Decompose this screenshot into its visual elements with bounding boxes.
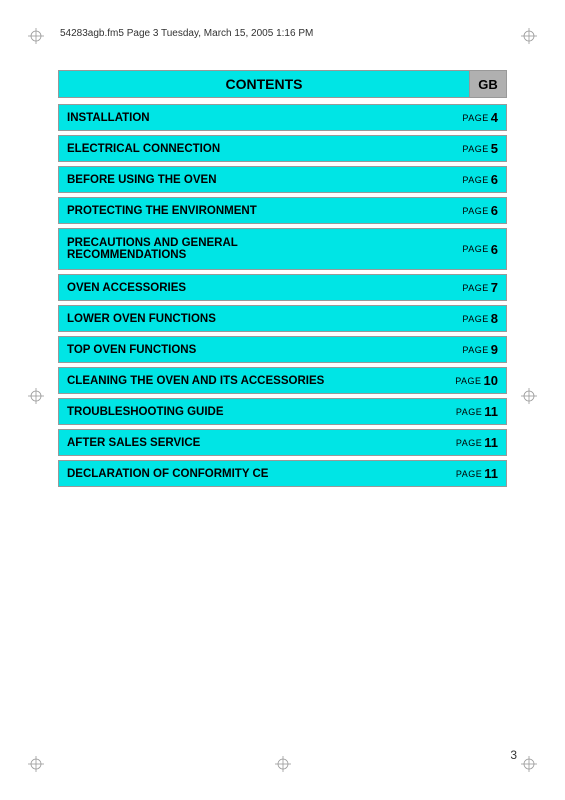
toc-label-before-oven: BEFORE USING THE OVEN [59,167,446,192]
corner-mark-bl [28,756,44,772]
toc-page-electrical: PAGE5 [446,136,506,161]
toc-label-text-after-sales: AFTER SALES SERVICE [67,437,200,449]
toc-page-top-functions: PAGE9 [446,337,506,362]
toc-row-lower-functions: LOWER OVEN FUNCTIONS PAGE8 [58,305,507,332]
toc-label-protecting: PROTECTING THE ENVIRONMENT [59,198,446,223]
contents-title: CONTENTS [58,70,469,98]
toc-row-troubleshooting: TROUBLESHOOTING GUIDE PAGE11 [58,398,507,425]
toc-row-after-sales: AFTER SALES SERVICE PAGE11 [58,429,507,456]
toc-page-lower-functions: PAGE8 [446,306,506,331]
print-info: 54283agb.fm5 Page 3 Tuesday, March 15, 2… [60,28,313,39]
toc-page-installation: PAGE4 [446,105,506,130]
toc-row-installation: INSTALLATION PAGE4 [58,104,507,131]
toc-label-precautions: PRECAUTIONS AND GENERALRECOMMENDATIONS [59,229,446,269]
toc-label-text-cleaning: CLEANING THE OVEN AND ITS ACCESSORIES [67,375,324,387]
toc-row-declaration: DECLARATION OF CONFORMITY CE PAGE11 [58,460,507,487]
toc-label-lower-functions: LOWER OVEN FUNCTIONS [59,306,446,331]
toc-page-protecting: PAGE6 [446,198,506,223]
toc-label-text-troubleshooting: TROUBLESHOOTING GUIDE [67,406,224,418]
toc-page-accessories: PAGE7 [446,275,506,300]
page: 54283agb.fm5 Page 3 Tuesday, March 15, 2… [0,0,565,800]
contents-header: CONTENTS GB [58,70,507,98]
toc-label-text-before-oven: BEFORE USING THE OVEN [67,174,217,186]
toc-row-precautions: PRECAUTIONS AND GENERALRECOMMENDATIONS PA… [58,228,507,270]
corner-mark-br [521,756,537,772]
toc-row-cleaning: CLEANING THE OVEN AND ITS ACCESSORIES PAG… [58,367,507,394]
toc-page-precautions: PAGE6 [446,229,506,269]
toc-label-after-sales: AFTER SALES SERVICE [59,430,446,455]
toc-label-troubleshooting: TROUBLESHOOTING GUIDE [59,399,446,424]
corner-mark-tl [28,28,44,44]
toc-list: INSTALLATION PAGE4 ELECTRICAL CONNECTION PA… [58,104,507,487]
toc-label-text-precautions: PRECAUTIONS AND GENERALRECOMMENDATIONS [67,237,238,261]
toc-label-declaration: DECLARATION OF CONFORMITY CE [59,461,446,486]
corner-mark-bc [275,756,291,772]
toc-label-installation: INSTALLATION [59,105,446,130]
toc-label-top-functions: TOP OVEN FUNCTIONS [59,337,446,362]
toc-page-declaration: PAGE11 [446,461,506,486]
corner-mark-ml [28,388,44,404]
toc-label-cleaning: CLEANING THE OVEN AND ITS ACCESSORIES [59,368,446,393]
toc-page-cleaning: PAGE10 [446,368,506,393]
toc-row-before-oven: BEFORE USING THE OVEN PAGE6 [58,166,507,193]
toc-label-accessories: OVEN ACCESSORIES [59,275,446,300]
page-number: 3 [510,748,517,762]
toc-label-text-lower-functions: LOWER OVEN FUNCTIONS [67,313,216,325]
toc-label-text-installation: INSTALLATION [67,112,150,124]
toc-row-electrical: ELECTRICAL CONNECTION PAGE5 [58,135,507,162]
corner-mark-tr [521,28,537,44]
toc-row-accessories: OVEN ACCESSORIES PAGE7 [58,274,507,301]
corner-mark-mr [521,388,537,404]
toc-label-text-top-functions: TOP OVEN FUNCTIONS [67,344,196,356]
toc-label-text-declaration: DECLARATION OF CONFORMITY CE [67,468,268,480]
contents-badge: GB [469,70,507,98]
toc-row-protecting: PROTECTING THE ENVIRONMENT PAGE6 [58,197,507,224]
toc-label-text-protecting: PROTECTING THE ENVIRONMENT [67,205,257,217]
content-area: CONTENTS GB INSTALLATION PAGE4 ELECTRICAL … [58,70,507,491]
toc-label-electrical: ELECTRICAL CONNECTION [59,136,446,161]
toc-page-after-sales: PAGE11 [446,430,506,455]
toc-page-before-oven: PAGE6 [446,167,506,192]
toc-label-text-accessories: OVEN ACCESSORIES [67,282,186,294]
toc-label-text-electrical: ELECTRICAL CONNECTION [67,143,220,155]
toc-page-troubleshooting: PAGE11 [446,399,506,424]
toc-row-top-functions: TOP OVEN FUNCTIONS PAGE9 [58,336,507,363]
